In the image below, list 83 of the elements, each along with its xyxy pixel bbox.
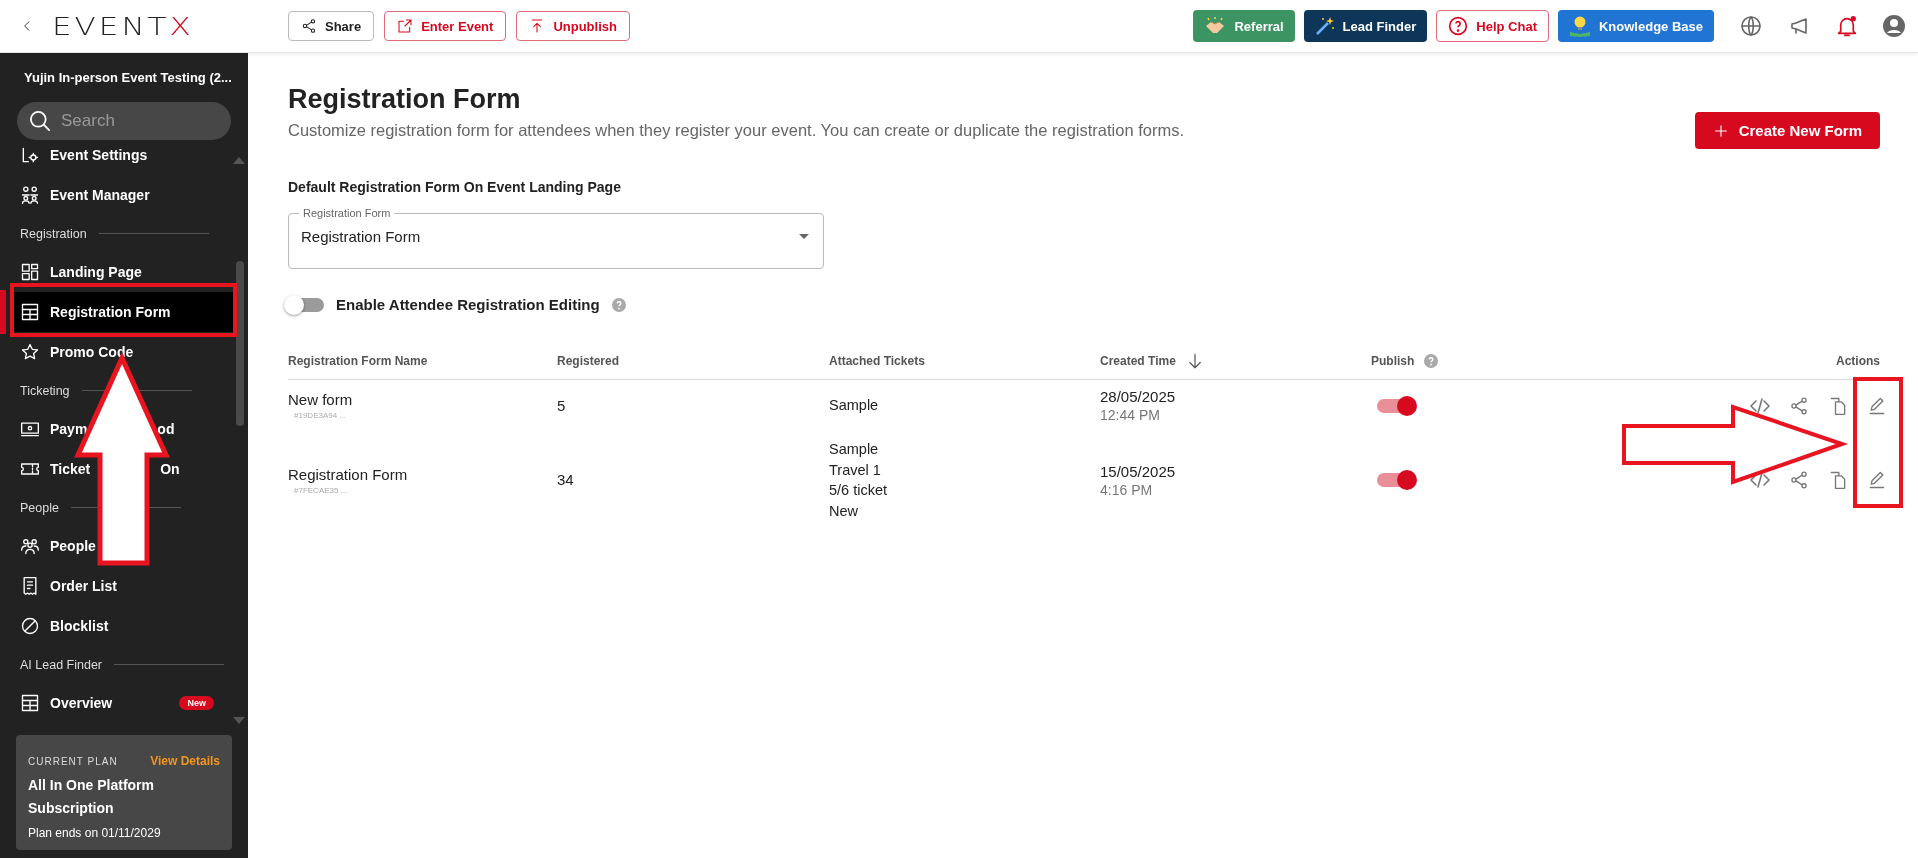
create-form-button[interactable]: Create New Form	[1694, 112, 1880, 149]
settings-icon	[20, 145, 40, 165]
copy-icon	[1828, 470, 1848, 490]
scroll-down-icon[interactable]	[233, 717, 245, 724]
people-icon	[20, 536, 40, 556]
share-button[interactable]: Share	[288, 11, 375, 41]
unpublish-button[interactable]: Unpublish	[516, 11, 630, 41]
lead-button[interactable]: Lead Finder	[1303, 10, 1428, 42]
plan-end-date: Plan ends on 01/11/2029	[28, 826, 162, 840]
block-icon	[20, 616, 40, 636]
table-icon	[20, 693, 40, 713]
referral-button[interactable]: Referral	[1193, 10, 1295, 42]
edit-icon	[1867, 470, 1887, 490]
people-icon	[20, 185, 40, 205]
logo: EVENT X	[52, 11, 194, 41]
copy-icon	[1828, 395, 1848, 416]
form-id: #7FECAE35 ...	[293, 485, 349, 495]
globe-icon	[1739, 14, 1763, 38]
page-title: Registration Form	[288, 84, 522, 115]
edit-icon	[1867, 395, 1887, 416]
external-link-icon	[397, 18, 414, 34]
embed-code-icon	[1750, 395, 1770, 416]
column-header: Publish	[1371, 354, 1415, 368]
sidebar-item[interactable]: Landing Page	[0, 252, 248, 292]
event-title: Yujin In-person Event Testing (2...	[23, 69, 233, 87]
share-icon	[301, 18, 317, 34]
created-time: 12:44 PM	[1100, 407, 1161, 423]
search-field[interactable]: Search	[17, 102, 231, 140]
share-icon	[1789, 470, 1809, 490]
section-header: Registration	[20, 226, 87, 241]
section-heading: Default Registration Form On Event Landing Page	[288, 179, 622, 195]
knowledge-button[interactable]: Knowledge Base	[1557, 10, 1714, 42]
plan-name: All In One Platform Subscription	[28, 776, 155, 818]
handshake-icon	[1204, 16, 1227, 36]
created-date: 28/05/2025	[1100, 388, 1177, 405]
section-header: AI Lead Finder	[20, 657, 102, 672]
help-icon[interactable]	[611, 297, 626, 312]
plus-icon	[1712, 122, 1729, 139]
form-name[interactable]: New form	[288, 391, 557, 408]
form-select[interactable]: Registration Form Registration Form	[288, 207, 824, 269]
table-cell: 34	[557, 471, 574, 488]
column-header[interactable]: Created Time	[1100, 354, 1176, 368]
created-time: 4:16 PM	[1100, 481, 1154, 498]
help-icon	[1448, 16, 1469, 36]
help-icon[interactable]	[1424, 354, 1439, 368]
form-name[interactable]: Registration Form	[288, 465, 557, 483]
view-details-link[interactable]: View Details	[150, 754, 220, 768]
layout-icon	[20, 262, 40, 282]
toggle-label: Enable Attendee Registration Editing	[336, 296, 600, 313]
avatar-icon[interactable]	[1882, 14, 1906, 38]
sidebar-item[interactable]: People	[0, 526, 248, 566]
column-header: Registered	[557, 354, 620, 368]
help-button[interactable]: Help Chat	[1436, 10, 1549, 42]
scroll-up-icon[interactable]	[233, 157, 245, 164]
section-header: Ticketing	[20, 383, 70, 398]
sidebar-item[interactable]: Event Manager	[0, 175, 248, 215]
search-icon	[30, 111, 50, 131]
sidebar-item[interactable]: Paym od	[0, 409, 248, 449]
sidebar-item[interactable]: Overview New	[0, 683, 248, 723]
plan-caption: CURRENT PLAN	[28, 755, 118, 767]
ticket-list: Sample	[829, 395, 1100, 416]
star-icon	[20, 342, 40, 362]
sidebar-item[interactable]: Ticket On	[0, 449, 248, 489]
new-badge: New	[179, 696, 214, 710]
ticket-list: Sample Travel 1 5/6 ticket New	[829, 439, 1100, 521]
share-icon	[1789, 395, 1809, 416]
magic-wand-icon	[1314, 16, 1335, 36]
sidebar-item[interactable]: Blocklist	[0, 606, 248, 646]
column-header: Registration Form Name	[288, 354, 428, 368]
table-icon	[20, 302, 40, 322]
created-date: 15/05/2025	[1100, 462, 1177, 480]
enter-event-button[interactable]: Enter Event	[384, 11, 507, 41]
section-header: People	[20, 500, 59, 515]
lightbulb-book-icon	[1568, 15, 1591, 37]
column-header: Actions	[1836, 354, 1880, 368]
sidebar-item[interactable]: Promo Code	[0, 332, 248, 372]
table-cell: 5	[557, 396, 566, 414]
bell-icon[interactable]	[1837, 15, 1857, 37]
sidebar-item[interactable]: Order List	[0, 566, 248, 606]
column-header: Attached Tickets	[829, 354, 925, 368]
form-id: #19DE3A94 ...	[293, 411, 348, 420]
scrollbar[interactable]	[236, 261, 244, 426]
page-subtitle: Customize registration form for attendees when they register your event. You can create or duplicate the registration forms.	[288, 121, 1185, 140]
